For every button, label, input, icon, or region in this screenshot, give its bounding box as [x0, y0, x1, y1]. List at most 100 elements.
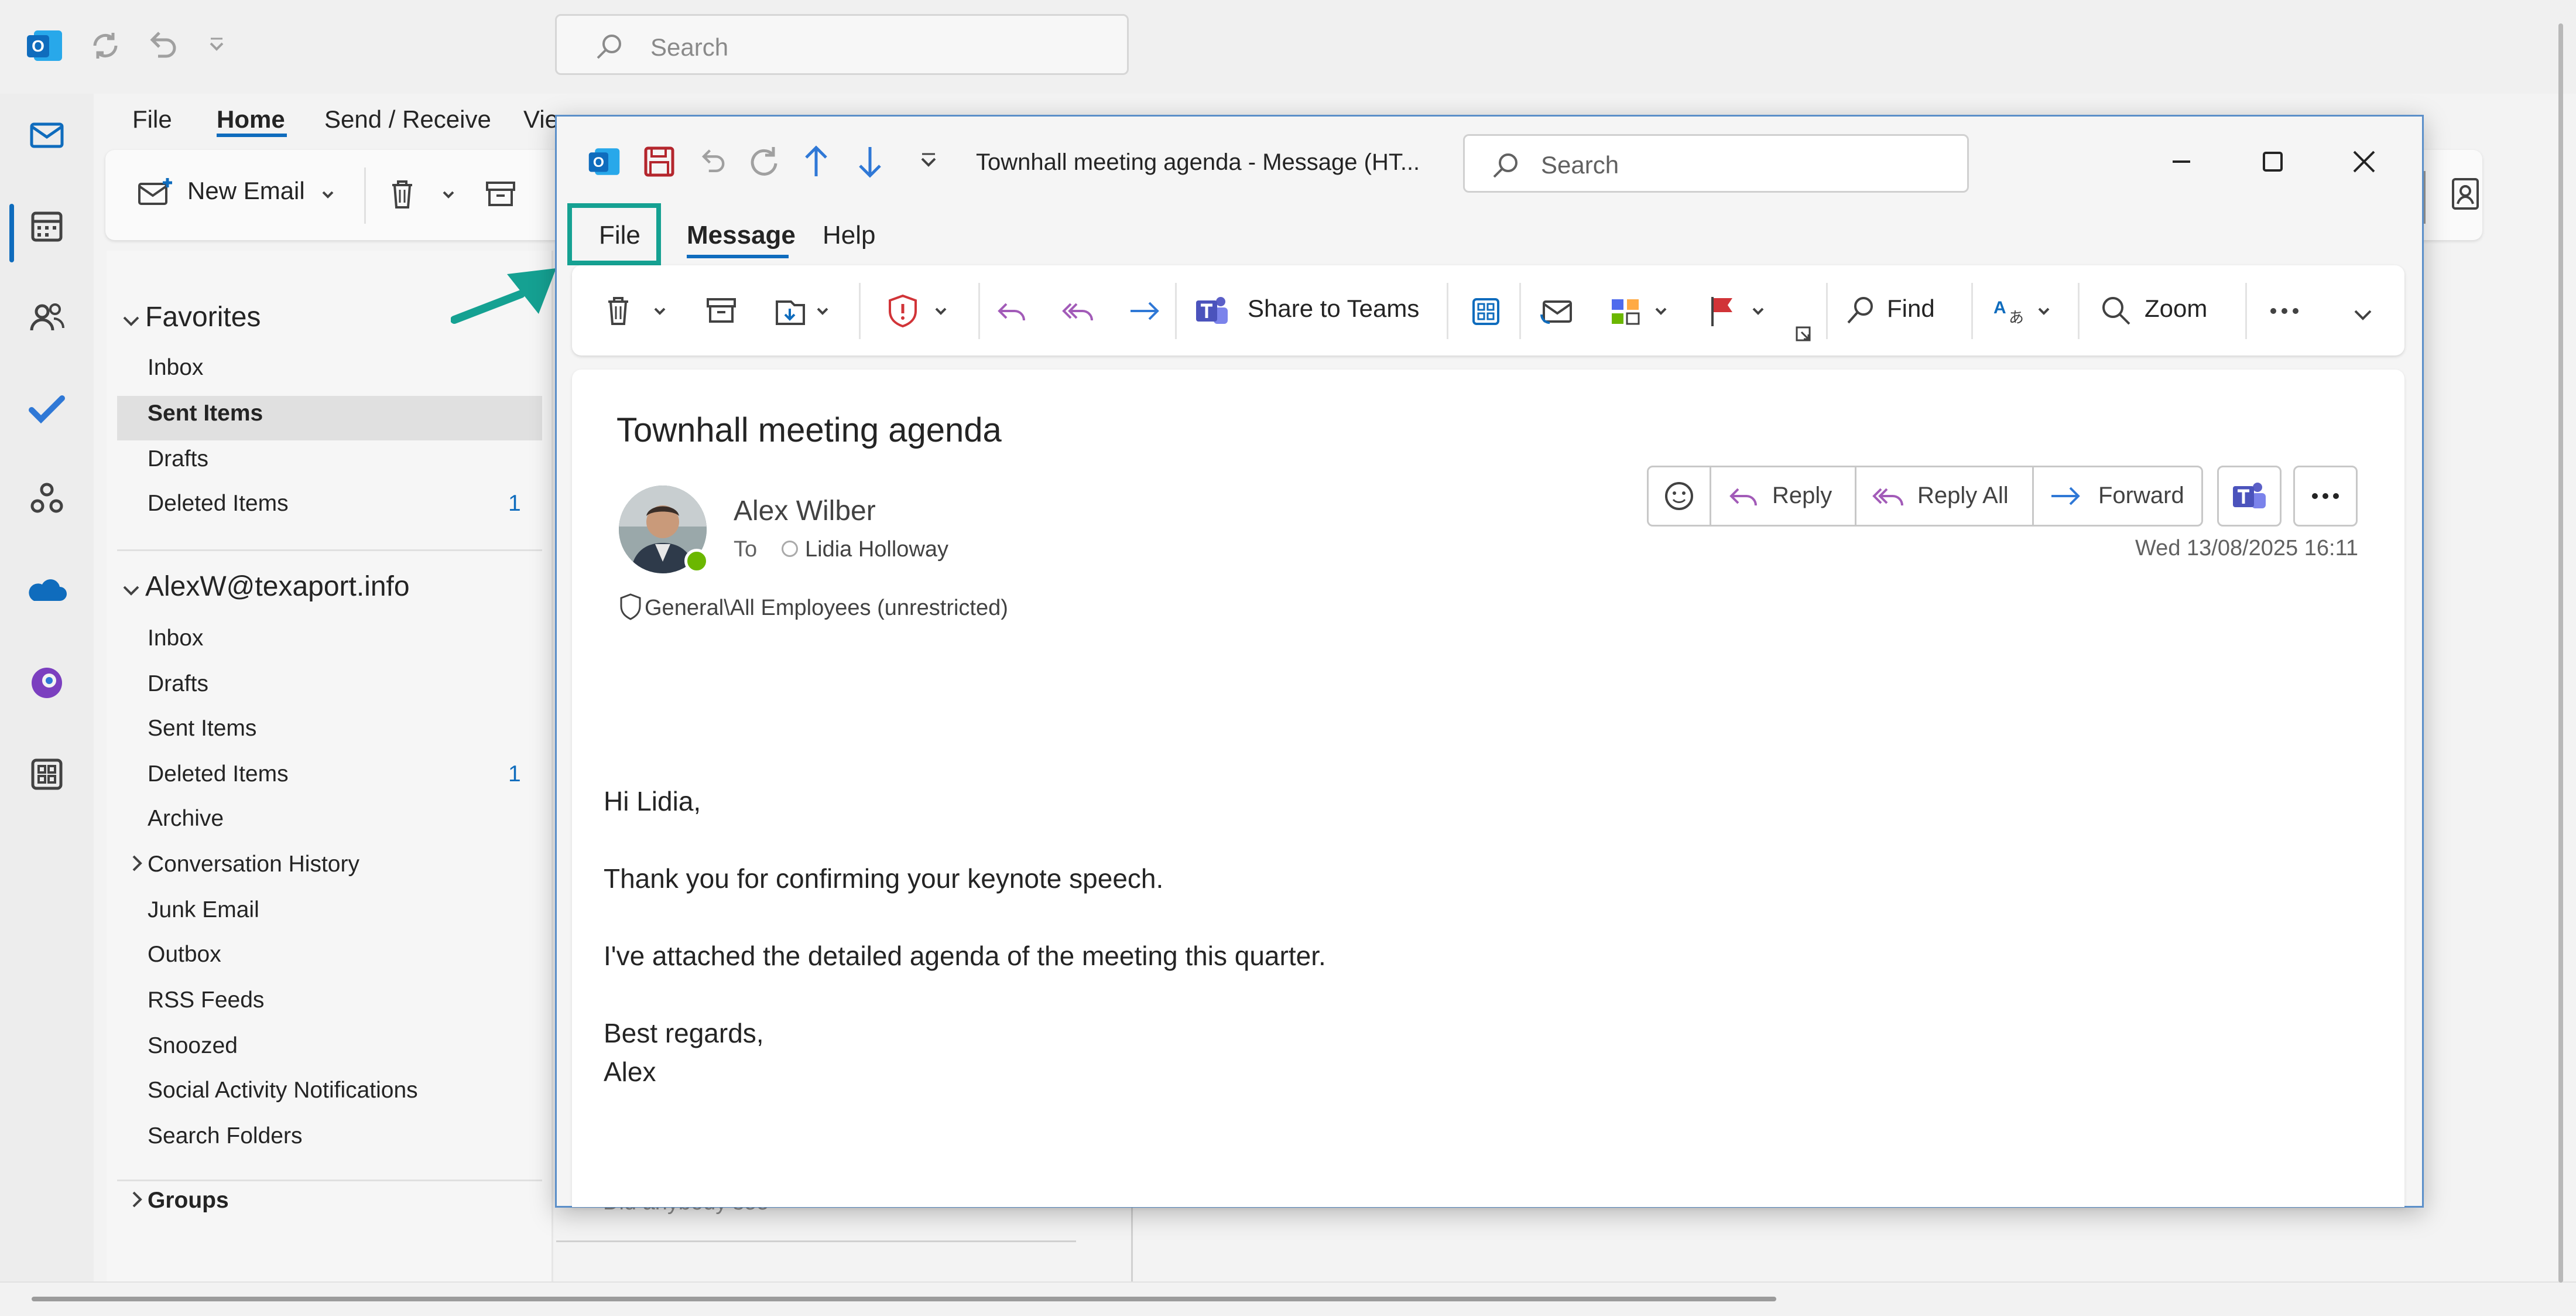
report-dropdown-icon[interactable]	[929, 299, 953, 344]
calendar-icon[interactable]	[23, 203, 70, 249]
delete-icon[interactable]	[598, 289, 639, 333]
main-title-bar: O Search	[0, 0, 2576, 94]
horizontal-scrollbar[interactable]	[32, 1297, 1776, 1301]
more-actions-button[interactable]	[2293, 466, 2358, 527]
tab-file[interactable]: File	[132, 105, 172, 134]
rail-active-indicator	[9, 204, 14, 262]
shield-icon	[619, 592, 642, 624]
close-icon[interactable]	[2344, 141, 2385, 182]
sender-name[interactable]: Alex Wilber	[734, 495, 876, 527]
more-options-icon[interactable]	[2264, 289, 2305, 333]
favorites-header[interactable]: Favorites	[145, 301, 261, 333]
tags-dialog-launcher-icon[interactable]	[1793, 324, 1814, 368]
tab-message[interactable]: Message	[687, 221, 796, 250]
groups-header[interactable]: Groups	[148, 1188, 229, 1214]
message-search-box[interactable]: Search	[1463, 134, 1969, 193]
chevron-right-icon[interactable]	[125, 852, 149, 878]
tab-view[interactable]: Vie	[523, 105, 559, 134]
report-icon[interactable]	[882, 289, 923, 333]
onedrive-icon[interactable]	[23, 568, 70, 615]
delete-dropdown-icon[interactable]	[437, 183, 460, 209]
folder-snoozed[interactable]: Snoozed	[148, 1033, 238, 1059]
file-tab-highlight-box	[567, 203, 661, 265]
tab-home[interactable]: Home	[217, 105, 285, 134]
folder-inbox[interactable]: Inbox	[148, 625, 203, 651]
account-header[interactable]: AlexW@texaport.info	[145, 570, 410, 603]
folder-sent-items[interactable]: Sent Items	[148, 401, 263, 426]
folder-junk-email[interactable]: Junk Email	[148, 897, 259, 923]
archive-icon[interactable]	[701, 289, 742, 333]
folder-inbox[interactable]: Inbox	[148, 355, 203, 381]
zoom-button[interactable]: Zoom	[2145, 295, 2207, 323]
customize-qat-icon[interactable]	[908, 141, 949, 185]
translate-icon[interactable]: Aあ	[1989, 289, 2030, 333]
folder-deleted-items[interactable]: Deleted Items	[148, 491, 289, 517]
folder-social-activity-notifications[interactable]: Social Activity Notifications	[148, 1078, 418, 1103]
folder-drafts[interactable]: Drafts	[148, 446, 208, 472]
new-email-dropdown-icon[interactable]	[316, 183, 340, 209]
share-to-teams-button[interactable]: Share to Teams	[1248, 295, 1419, 323]
chevron-down-icon[interactable]	[119, 579, 143, 605]
teams-chat-button[interactable]	[2217, 466, 2282, 527]
chevron-down-icon[interactable]	[119, 309, 143, 336]
undo-icon[interactable]	[691, 141, 732, 185]
apps-icon[interactable]	[1465, 289, 1506, 333]
todo-icon[interactable]	[23, 385, 70, 432]
find-button[interactable]: Find	[1887, 295, 1935, 323]
email-body-line: Thank you for confirming your keynote sp…	[604, 863, 1164, 894]
sensitivity-label[interactable]: General\All Employees (unrestricted)	[645, 596, 1008, 621]
tab-help[interactable]: Help	[823, 221, 876, 250]
next-item-icon[interactable]	[849, 141, 890, 185]
redo-icon[interactable]	[743, 141, 784, 185]
folder-conversation-history[interactable]: Conversation History	[148, 852, 359, 877]
reply-all-icon[interactable]	[1058, 289, 1099, 333]
archive-icon[interactable]	[480, 173, 521, 217]
move-icon[interactable]	[770, 289, 811, 333]
outlook-logo-icon: O	[21, 22, 68, 69]
vertical-scrollbar[interactable]	[2558, 23, 2563, 1283]
flag-icon[interactable]	[1702, 289, 1743, 333]
previous-item-icon[interactable]	[796, 141, 837, 185]
recipient-name[interactable]: Lidia Holloway	[805, 537, 948, 562]
categorize-icon[interactable]	[1606, 289, 1647, 333]
folder-outbox[interactable]: Outbox	[148, 942, 221, 968]
ribbon-divider	[1826, 283, 1828, 339]
minimize-icon[interactable]	[2161, 141, 2202, 182]
sync-icon[interactable]	[82, 22, 129, 69]
folder-drafts[interactable]: Drafts	[148, 671, 208, 697]
undo-icon[interactable]	[138, 22, 185, 69]
folder-rss-feeds[interactable]: RSS Feeds	[148, 987, 264, 1013]
folder-search-folders[interactable]: Search Folders	[148, 1123, 302, 1149]
save-icon[interactable]	[639, 141, 680, 185]
reply-all-button[interactable]: Reply All	[1856, 467, 2032, 525]
move-dropdown-icon[interactable]	[811, 299, 834, 344]
mail-icon[interactable]	[23, 111, 70, 158]
new-email-button[interactable]: New Email	[187, 177, 305, 205]
folder-archive[interactable]: Archive	[148, 806, 224, 832]
apps-icon[interactable]	[23, 751, 70, 798]
categorize-dropdown-icon[interactable]	[1649, 299, 1673, 344]
maximize-icon[interactable]	[2252, 141, 2293, 182]
emoji-reaction-button[interactable]	[1649, 467, 1710, 525]
reply-icon[interactable]	[991, 289, 1032, 333]
people-icon[interactable]	[23, 294, 70, 341]
flag-dropdown-icon[interactable]	[1746, 299, 1770, 344]
translate-dropdown-icon[interactable]	[2032, 299, 2056, 344]
new-email-icon	[135, 173, 176, 217]
contact-card-icon[interactable]	[2445, 173, 2486, 217]
folder-deleted-items[interactable]: Deleted Items	[148, 761, 289, 787]
delete-dropdown-icon[interactable]	[648, 299, 672, 344]
reply-button[interactable]: Reply	[1711, 467, 1855, 525]
main-search-box[interactable]: Search	[555, 14, 1129, 75]
loop-icon[interactable]	[23, 659, 70, 706]
customize-qat-icon[interactable]	[193, 22, 240, 69]
delete-icon[interactable]	[382, 173, 423, 217]
chevron-right-icon[interactable]	[125, 1188, 149, 1214]
read-unread-icon[interactable]	[1532, 289, 1579, 333]
tab-send-receive[interactable]: Send / Receive	[324, 105, 491, 134]
forward-button[interactable]: Forward	[2034, 467, 2201, 525]
ribbon-expand-icon[interactable]	[2348, 300, 2378, 345]
folder-sent-items[interactable]: Sent Items	[148, 716, 256, 741]
forward-icon[interactable]	[1125, 289, 1166, 333]
groups-icon[interactable]	[23, 476, 70, 522]
